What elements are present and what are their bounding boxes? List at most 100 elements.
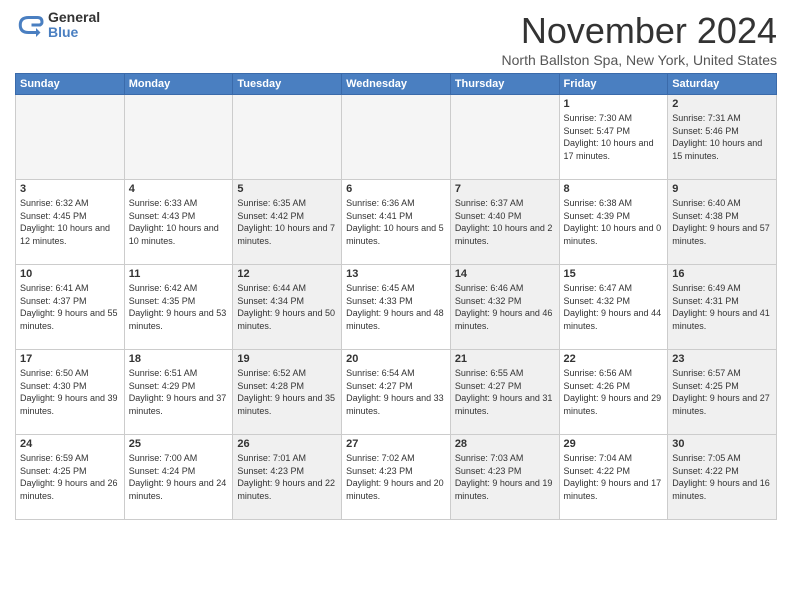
- calendar-header-sunday: Sunday: [16, 74, 125, 95]
- day-info: Sunrise: 7:02 AM Sunset: 4:23 PM Dayligh…: [346, 452, 446, 502]
- logo-general: General: [48, 10, 100, 25]
- logo-text: General Blue: [48, 10, 100, 41]
- calendar-cell: 23 Sunrise: 6:57 AM Sunset: 4:25 PM Dayli…: [668, 350, 777, 435]
- day-info: Sunrise: 6:32 AM Sunset: 4:45 PM Dayligh…: [20, 197, 120, 247]
- day-info: Sunrise: 6:36 AM Sunset: 4:41 PM Dayligh…: [346, 197, 446, 247]
- header: General Blue November 2024 North Ballsto…: [15, 10, 777, 68]
- calendar-cell: 17Sunrise: 6:50 AM Sunset: 4:30 PM Dayli…: [16, 350, 125, 435]
- day-info: Sunrise: 6:46 AM Sunset: 4:32 PM Dayligh…: [455, 282, 555, 332]
- logo-blue: Blue: [48, 25, 100, 40]
- day-info: Sunrise: 6:33 AM Sunset: 4:43 PM Dayligh…: [129, 197, 229, 247]
- day-info: Sunrise: 6:52 AM Sunset: 4:28 PM Dayligh…: [237, 367, 337, 417]
- day-info: Sunrise: 6:57 AM Sunset: 4:25 PM Dayligh…: [672, 367, 772, 417]
- calendar-cell: [342, 95, 451, 180]
- day-number: 4: [129, 183, 229, 195]
- day-number: 27: [346, 438, 446, 450]
- day-number: 22: [564, 353, 664, 365]
- day-number: 12: [237, 268, 337, 280]
- day-number: 23: [672, 353, 772, 365]
- calendar-cell: [233, 95, 342, 180]
- day-info: Sunrise: 7:01 AM Sunset: 4:23 PM Dayligh…: [237, 452, 337, 502]
- title-section: November 2024 North Ballston Spa, New Yo…: [502, 10, 777, 68]
- day-info: Sunrise: 6:38 AM Sunset: 4:39 PM Dayligh…: [564, 197, 664, 247]
- day-number: 11: [129, 268, 229, 280]
- calendar-header-wednesday: Wednesday: [342, 74, 451, 95]
- calendar-cell: 18Sunrise: 6:51 AM Sunset: 4:29 PM Dayli…: [124, 350, 233, 435]
- day-number: 1: [564, 98, 664, 110]
- day-number: 29: [564, 438, 664, 450]
- calendar-cell: 25Sunrise: 7:00 AM Sunset: 4:24 PM Dayli…: [124, 435, 233, 520]
- calendar-cell: 9 Sunrise: 6:40 AM Sunset: 4:38 PM Daylig…: [668, 180, 777, 265]
- day-number: 3: [20, 183, 120, 195]
- day-info: Sunrise: 6:41 AM Sunset: 4:37 PM Dayligh…: [20, 282, 120, 332]
- calendar-cell: 6Sunrise: 6:36 AM Sunset: 4:41 PM Daylig…: [342, 180, 451, 265]
- calendar-week-5: 24 Sunrise: 6:59 AM Sunset: 4:25 PM Dayli…: [16, 435, 777, 520]
- day-number: 26: [237, 438, 337, 450]
- calendar-header-thursday: Thursday: [450, 74, 559, 95]
- calendar-cell: [450, 95, 559, 180]
- calendar-week-1: 1 Sunrise: 7:30 AM Sunset: 5:47 PM Daylig…: [16, 95, 777, 180]
- day-info: Sunrise: 6:45 AM Sunset: 4:33 PM Dayligh…: [346, 282, 446, 332]
- calendar-cell: 3 Sunrise: 6:32 AM Sunset: 4:45 PM Daylig…: [16, 180, 125, 265]
- calendar-cell: [124, 95, 233, 180]
- calendar-cell: 10 Sunrise: 6:41 AM Sunset: 4:37 PM Dayli…: [16, 265, 125, 350]
- calendar-cell: 12Sunrise: 6:44 AM Sunset: 4:34 PM Dayli…: [233, 265, 342, 350]
- day-info: Sunrise: 6:55 AM Sunset: 4:27 PM Dayligh…: [455, 367, 555, 417]
- day-number: 15: [564, 268, 664, 280]
- day-info: Sunrise: 6:40 AM Sunset: 4:38 PM Dayligh…: [672, 197, 772, 247]
- calendar-cell: 30 Sunrise: 7:05 AM Sunset: 4:22 PM Dayli…: [668, 435, 777, 520]
- location: North Ballston Spa, New York, United Sta…: [502, 52, 777, 68]
- page: General Blue November 2024 North Ballsto…: [0, 0, 792, 612]
- day-number: 14: [455, 268, 555, 280]
- calendar-cell: 11 Sunrise: 6:42 AM Sunset: 4:35 PM Dayli…: [124, 265, 233, 350]
- day-number: 16: [672, 268, 772, 280]
- calendar-cell: 4 Sunrise: 6:33 AM Sunset: 4:43 PM Daylig…: [124, 180, 233, 265]
- day-info: Sunrise: 6:59 AM Sunset: 4:25 PM Dayligh…: [20, 452, 120, 502]
- calendar-cell: 7Sunrise: 6:37 AM Sunset: 4:40 PM Daylig…: [450, 180, 559, 265]
- day-number: 28: [455, 438, 555, 450]
- day-info: Sunrise: 7:04 AM Sunset: 4:22 PM Dayligh…: [564, 452, 664, 502]
- calendar-header-tuesday: Tuesday: [233, 74, 342, 95]
- calendar-week-2: 3 Sunrise: 6:32 AM Sunset: 4:45 PM Daylig…: [16, 180, 777, 265]
- calendar-cell: 16 Sunrise: 6:49 AM Sunset: 4:31 PM Dayli…: [668, 265, 777, 350]
- calendar-cell: 26 Sunrise: 7:01 AM Sunset: 4:23 PM Dayli…: [233, 435, 342, 520]
- day-info: Sunrise: 7:31 AM Sunset: 5:46 PM Dayligh…: [672, 112, 772, 162]
- day-number: 5: [237, 183, 337, 195]
- calendar-week-4: 17Sunrise: 6:50 AM Sunset: 4:30 PM Dayli…: [16, 350, 777, 435]
- calendar-header-friday: Friday: [559, 74, 668, 95]
- calendar-cell: 5 Sunrise: 6:35 AM Sunset: 4:42 PM Daylig…: [233, 180, 342, 265]
- day-info: Sunrise: 7:05 AM Sunset: 4:22 PM Dayligh…: [672, 452, 772, 502]
- day-number: 21: [455, 353, 555, 365]
- calendar: SundayMondayTuesdayWednesdayThursdayFrid…: [15, 73, 777, 520]
- day-info: Sunrise: 6:37 AM Sunset: 4:40 PM Dayligh…: [455, 197, 555, 247]
- calendar-cell: 14 Sunrise: 6:46 AM Sunset: 4:32 PM Dayli…: [450, 265, 559, 350]
- day-number: 2: [672, 98, 772, 110]
- day-info: Sunrise: 6:42 AM Sunset: 4:35 PM Dayligh…: [129, 282, 229, 332]
- day-info: Sunrise: 6:47 AM Sunset: 4:32 PM Dayligh…: [564, 282, 664, 332]
- day-number: 24: [20, 438, 120, 450]
- calendar-week-3: 10 Sunrise: 6:41 AM Sunset: 4:37 PM Dayli…: [16, 265, 777, 350]
- day-info: Sunrise: 7:00 AM Sunset: 4:24 PM Dayligh…: [129, 452, 229, 502]
- calendar-cell: [16, 95, 125, 180]
- calendar-cell: 19 Sunrise: 6:52 AM Sunset: 4:28 PM Dayli…: [233, 350, 342, 435]
- calendar-cell: 20Sunrise: 6:54 AM Sunset: 4:27 PM Dayli…: [342, 350, 451, 435]
- logo-icon: [15, 10, 45, 40]
- calendar-cell: 2 Sunrise: 7:31 AM Sunset: 5:46 PM Daylig…: [668, 95, 777, 180]
- day-info: Sunrise: 6:49 AM Sunset: 4:31 PM Dayligh…: [672, 282, 772, 332]
- calendar-cell: 8Sunrise: 6:38 AM Sunset: 4:39 PM Daylig…: [559, 180, 668, 265]
- day-info: Sunrise: 6:54 AM Sunset: 4:27 PM Dayligh…: [346, 367, 446, 417]
- day-number: 18: [129, 353, 229, 365]
- day-info: Sunrise: 7:30 AM Sunset: 5:47 PM Dayligh…: [564, 112, 664, 162]
- calendar-header-monday: Monday: [124, 74, 233, 95]
- day-info: Sunrise: 7:03 AM Sunset: 4:23 PM Dayligh…: [455, 452, 555, 502]
- calendar-header-row: SundayMondayTuesdayWednesdayThursdayFrid…: [16, 74, 777, 95]
- calendar-cell: 29 Sunrise: 7:04 AM Sunset: 4:22 PM Dayli…: [559, 435, 668, 520]
- day-info: Sunrise: 6:35 AM Sunset: 4:42 PM Dayligh…: [237, 197, 337, 247]
- day-number: 30: [672, 438, 772, 450]
- day-number: 10: [20, 268, 120, 280]
- day-number: 9: [672, 183, 772, 195]
- calendar-cell: 1 Sunrise: 7:30 AM Sunset: 5:47 PM Daylig…: [559, 95, 668, 180]
- calendar-cell: 27 Sunrise: 7:02 AM Sunset: 4:23 PM Dayli…: [342, 435, 451, 520]
- day-number: 17: [20, 353, 120, 365]
- day-number: 19: [237, 353, 337, 365]
